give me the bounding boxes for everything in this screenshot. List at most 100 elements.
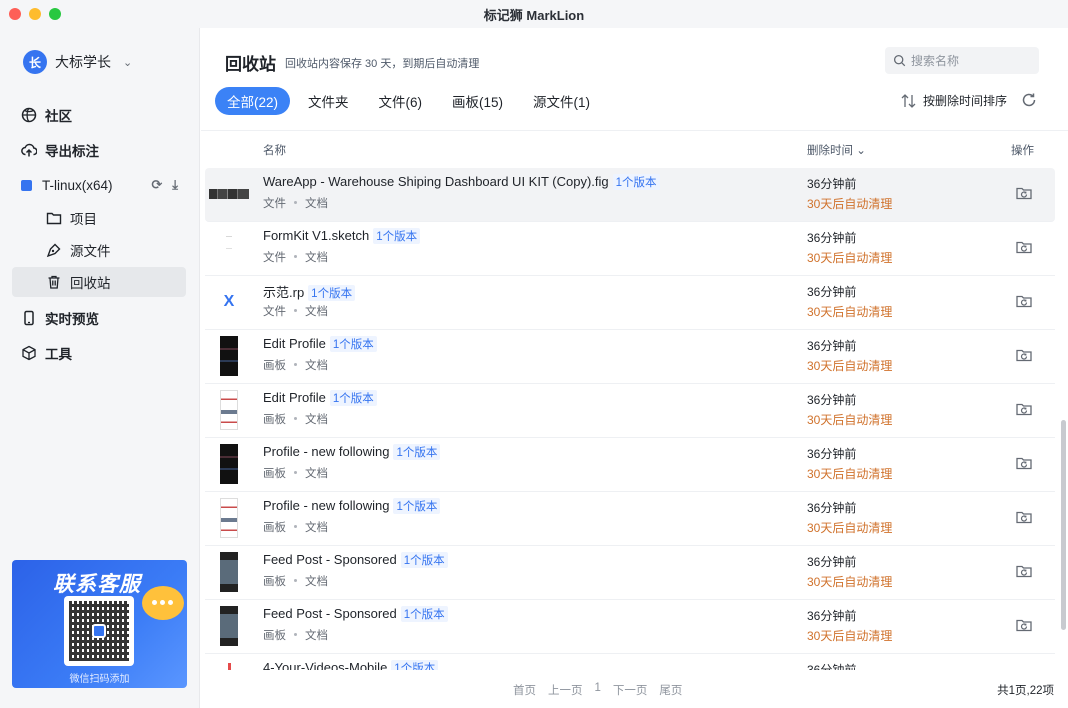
- search-input[interactable]: [911, 53, 1031, 68]
- delete-time: 36分钟前: [807, 231, 857, 245]
- file-category: 文档: [305, 630, 328, 642]
- version-badge[interactable]: 1个版本: [612, 174, 660, 190]
- restore-button[interactable]: [1015, 562, 1033, 580]
- restore-button[interactable]: [1015, 454, 1033, 472]
- table-row[interactable]: Edit Profile 1个版本 画板 文档 36分钟前 30天后自动清理: [205, 384, 1055, 438]
- file-name-cell: FormKit V1.sketch 1个版本: [263, 228, 421, 244]
- pager-total: 共1页,22项: [997, 685, 1054, 697]
- sidebar-item-recycle-bin[interactable]: 回收站: [12, 267, 186, 297]
- file-thumbnail: [209, 228, 249, 268]
- auto-clean-notice: 30天后自动清理: [807, 467, 893, 481]
- download-icon[interactable]: ⤓: [172, 177, 178, 193]
- pager-current[interactable]: 1: [595, 682, 601, 698]
- restore-button[interactable]: [1015, 238, 1033, 256]
- minimize-window-button[interactable]: [29, 8, 41, 20]
- sidebar-item-team[interactable]: T-linux(x64) ⟳ ⤓: [12, 170, 186, 200]
- zoom-window-button[interactable]: [49, 8, 61, 20]
- restore-button[interactable]: [1015, 292, 1033, 310]
- contact-support-card[interactable]: 联系客服 微信扫码添加: [12, 560, 187, 688]
- file-thumbnail: [209, 552, 249, 592]
- file-name-cell: Edit Profile 1个版本: [263, 336, 377, 352]
- auto-clean-notice: 30天后自动清理: [807, 197, 893, 211]
- column-name: 名称: [263, 144, 286, 157]
- file-type: 文件: [263, 198, 286, 210]
- column-delete-time[interactable]: 删除时间 ⌄: [807, 142, 866, 158]
- cloud-upload-icon: [21, 143, 37, 157]
- version-badge[interactable]: 1个版本: [400, 552, 448, 568]
- restore-button[interactable]: [1015, 400, 1033, 418]
- scrollbar[interactable]: [1061, 420, 1066, 630]
- restore-folder-icon: [1016, 565, 1032, 578]
- search-icon: [893, 54, 906, 67]
- version-badge[interactable]: 1个版本: [391, 660, 439, 670]
- restore-button[interactable]: [1015, 616, 1033, 634]
- version-badge[interactable]: 1个版本: [329, 390, 377, 406]
- page-title: 回收站: [225, 55, 276, 74]
- file-name-cell: Feed Post - Sponsored 1个版本: [263, 552, 448, 568]
- sidebar-item-export[interactable]: 导出标注: [12, 135, 186, 165]
- version-badge[interactable]: 1个版本: [400, 606, 448, 622]
- restore-button[interactable]: [1015, 346, 1033, 364]
- user-menu[interactable]: 长 大标学长 ⌄: [23, 50, 132, 74]
- qr-code: [64, 596, 134, 666]
- sidebar-item-projects[interactable]: 项目: [12, 203, 186, 233]
- table-row[interactable]: Profile - new following 1个版本 画板 文档 36分钟前 30天后…: [205, 438, 1055, 492]
- file-thumbnail: X: [223, 293, 235, 310]
- sidebar-item-community[interactable]: 社区: [12, 100, 186, 130]
- delete-time: 36分钟前: [807, 339, 857, 353]
- file-name: 4-Your-Videos-Mobile: [263, 660, 388, 670]
- restore-folder-icon: [1016, 295, 1032, 308]
- refresh-button[interactable]: [1021, 92, 1037, 111]
- version-badge[interactable]: 1个版本: [373, 228, 421, 244]
- file-thumbnail: [209, 606, 249, 646]
- delete-time: 36分钟前: [807, 393, 857, 407]
- file-meta: 画板 文档: [263, 465, 328, 481]
- sidebar-item-label: 项目: [70, 212, 97, 227]
- file-meta: 文件 文档: [263, 195, 328, 211]
- file-category: 文档: [305, 360, 328, 372]
- tab-artboards[interactable]: 画板(15): [440, 87, 515, 115]
- table-row[interactable]: WareApp - Warehouse Shiping Dashboard UI…: [205, 168, 1055, 222]
- refresh-icon[interactable]: ⟳: [151, 177, 162, 193]
- table-row[interactable]: FormKit V1.sketch 1个版本 文件 文档 36分钟前 30天后自动清理: [205, 222, 1055, 276]
- pen-tool-icon: [46, 243, 61, 258]
- tab-all[interactable]: 全部(22): [215, 87, 291, 115]
- sidebar-item-preview[interactable]: 实时预览: [12, 303, 186, 333]
- avatar: 长: [23, 50, 47, 74]
- table-row[interactable]: X 示范.rp 1个版本 文件 文档 36分钟前 30天后自动清理: [205, 276, 1055, 330]
- file-name: WareApp - Warehouse Shiping Dashboard UI…: [263, 174, 609, 189]
- auto-clean-notice: 30天后自动清理: [807, 575, 893, 589]
- version-badge[interactable]: 1个版本: [308, 285, 356, 301]
- sort-button[interactable]: 按删除时间排序: [901, 92, 1007, 109]
- restore-folder-icon: [1016, 511, 1032, 524]
- search-box[interactable]: [885, 47, 1039, 74]
- restore-button[interactable]: [1015, 184, 1033, 202]
- file-name: Profile - new following: [263, 444, 390, 459]
- tab-source-files[interactable]: 源文件(1): [521, 87, 602, 115]
- version-badge[interactable]: 1个版本: [393, 444, 441, 460]
- restore-button[interactable]: [1015, 508, 1033, 526]
- file-thumbnail: [209, 660, 249, 670]
- pager-first[interactable]: 首页: [513, 682, 536, 698]
- pager-prev[interactable]: 上一页: [548, 682, 583, 698]
- table-row[interactable]: Feed Post - Sponsored 1个版本 画板 文档 36分钟前 30天后自动…: [205, 600, 1055, 654]
- sidebar: 长 大标学长 ⌄ 社区 导出标注 T-linux(x64) ⟳ ⤓ 项目 源文件…: [0, 28, 200, 708]
- file-category: 文档: [305, 522, 328, 534]
- pager-last[interactable]: 尾页: [659, 682, 682, 698]
- table-row[interactable]: Feed Post - Sponsored 1个版本 画板 文档 36分钟前 30天后自动…: [205, 546, 1055, 600]
- table-row[interactable]: Profile - new following 1个版本 画板 文档 36分钟前 30天后…: [205, 492, 1055, 546]
- tab-files[interactable]: 文件(6): [367, 87, 435, 115]
- file-thumbnail: [209, 174, 249, 214]
- version-badge[interactable]: 1个版本: [393, 498, 441, 514]
- table-row[interactable]: 4-Your-Videos-Mobile1个版本画板文档36分钟前30天后自动清…: [205, 654, 1055, 670]
- close-window-button[interactable]: [9, 8, 21, 20]
- table-row[interactable]: Edit Profile 1个版本 画板 文档 36分钟前 30天后自动清理: [205, 330, 1055, 384]
- version-badge[interactable]: 1个版本: [329, 336, 377, 352]
- sidebar-item-tools[interactable]: 工具: [12, 338, 186, 368]
- tab-folders[interactable]: 文件夹: [296, 87, 361, 115]
- pager-next[interactable]: 下一页: [613, 682, 648, 698]
- file-type: 文件: [263, 252, 286, 264]
- restore-folder-icon: [1016, 349, 1032, 362]
- basketball-icon: [21, 107, 37, 123]
- sidebar-item-source-files[interactable]: 源文件: [12, 235, 186, 265]
